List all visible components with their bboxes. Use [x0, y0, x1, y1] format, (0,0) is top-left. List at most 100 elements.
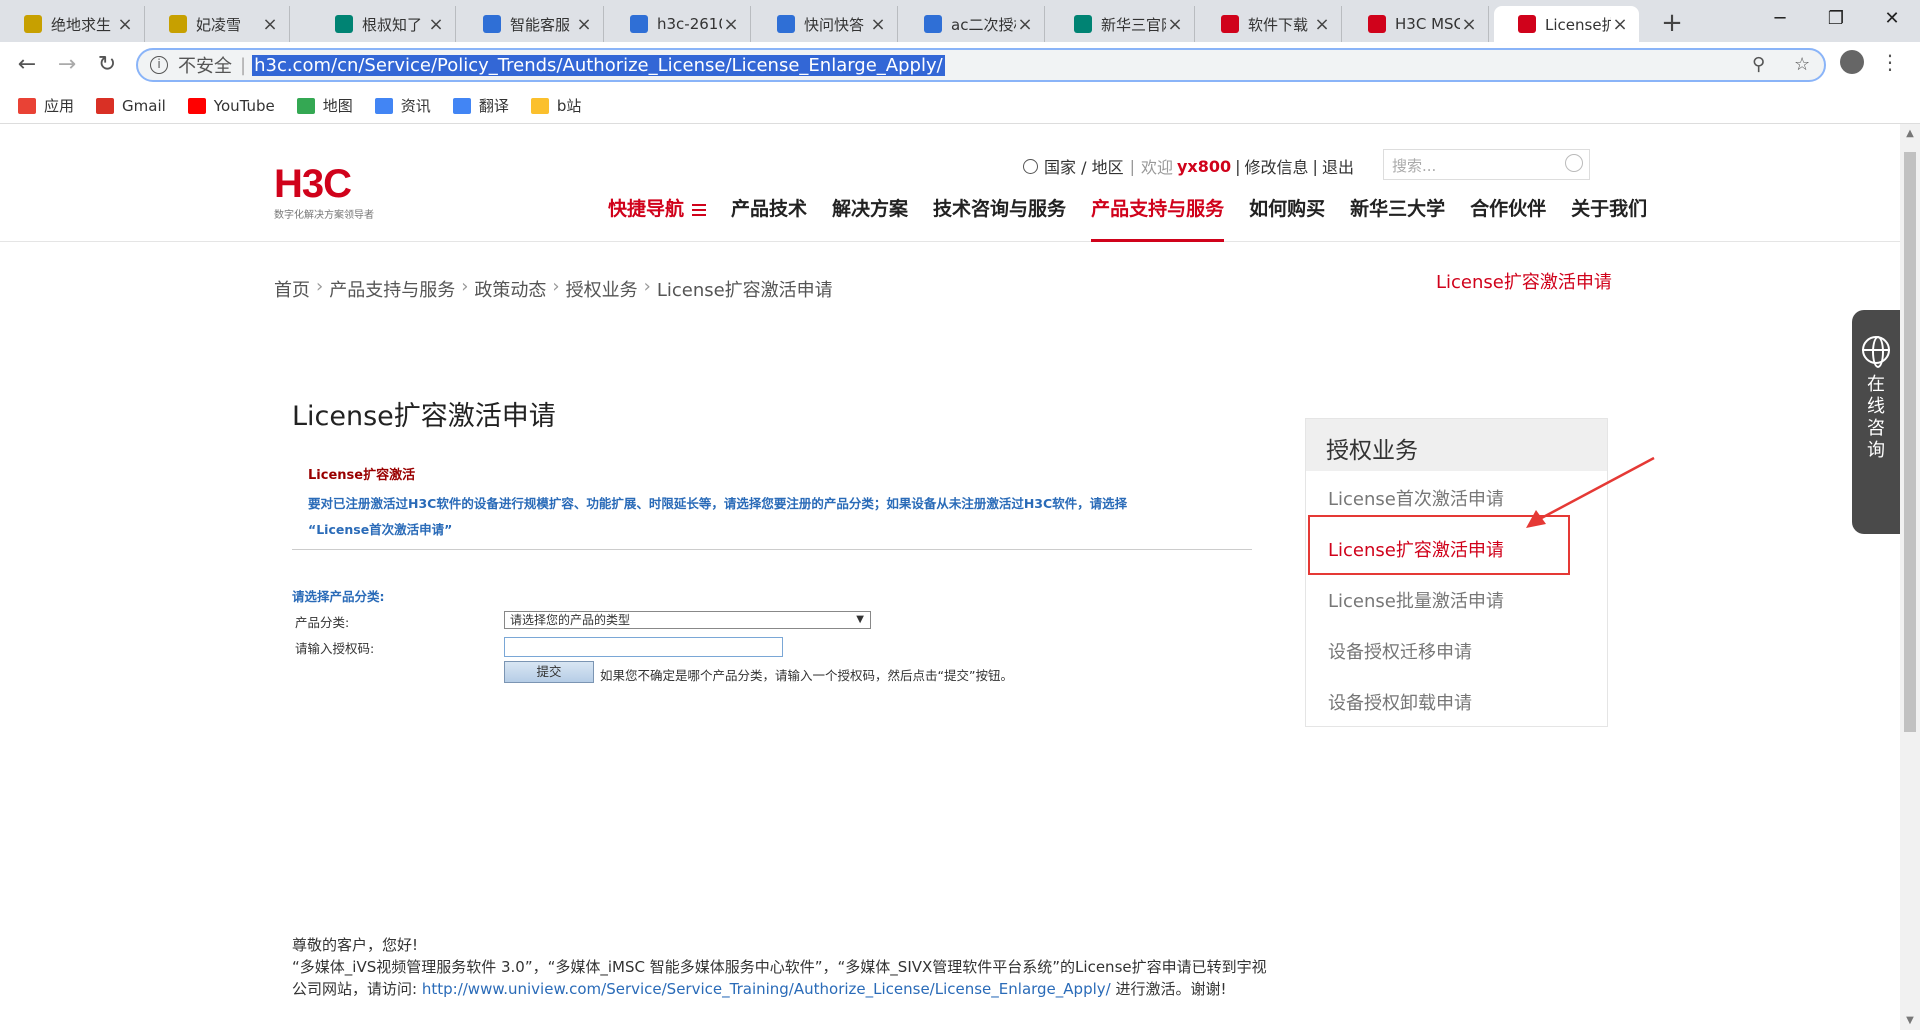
bookmark-label: 资讯: [400, 97, 431, 115]
authorization-code-input[interactable]: [504, 637, 783, 657]
bookmark-item[interactable]: b站: [530, 95, 581, 116]
scroll-down-icon[interactable]: ▼: [1900, 1015, 1920, 1026]
browser-tab[interactable]: 快问快答 ×: [753, 6, 898, 42]
bookmarks-bar: 应用 Gmail YouTube 地图 资讯 翻译 b站: [0, 88, 1920, 124]
browser-tab[interactable]: 软件下载 ×: [1197, 6, 1342, 42]
notice-body-2: 进行激活。谢谢!: [1115, 980, 1227, 998]
browser-tab[interactable]: 智能客服 ×: [459, 6, 604, 42]
nav-consulting[interactable]: 技术咨询与服务: [933, 194, 1066, 242]
region-link[interactable]: 国家 / 地区: [1044, 154, 1124, 178]
close-tab-icon[interactable]: ×: [1016, 14, 1034, 35]
logout-link[interactable]: 退出: [1322, 154, 1354, 178]
submit-hint: 如果您不确定是哪个产品分类，请输入一个授权码，然后点击“提交”按钮。: [600, 668, 1013, 683]
site-info-icon[interactable]: i: [150, 56, 168, 74]
sidebar-item-batch-activation[interactable]: License批量激活申请: [1306, 573, 1607, 624]
maximize-button[interactable]: ❐: [1808, 0, 1864, 38]
sidebar-item-license-uninstall[interactable]: 设备授权卸载申请: [1306, 675, 1607, 726]
browser-tab[interactable]: 根叔知了 ×: [311, 6, 456, 42]
insecure-label: 不安全: [178, 56, 232, 77]
divider: |: [1235, 156, 1241, 176]
breadcrumb-authorize[interactable]: 授权业务: [566, 276, 638, 302]
tab-title: License扩: [1545, 15, 1611, 34]
logo-slogan: 数字化解决方案领导者: [274, 210, 374, 221]
browser-tab[interactable]: 新华三官网×: [1050, 6, 1195, 42]
browser-tab[interactable]: H3C MSC ×: [1344, 6, 1489, 42]
new-tab-button[interactable]: +: [1654, 6, 1690, 42]
breadcrumb-current: License扩容激活申请: [656, 280, 833, 301]
nav-about[interactable]: 关于我们: [1571, 194, 1647, 242]
tab-title: 新华三官网: [1101, 15, 1166, 34]
notice-text: 尊敬的客户，您好! “多媒体_iVS视频管理服务软件 3.0”，“多媒体_iMS…: [292, 934, 1272, 1000]
bookmark-item[interactable]: YouTube: [187, 97, 275, 115]
minimize-button[interactable]: ─: [1752, 0, 1808, 38]
h3c-icon: [1518, 15, 1536, 33]
close-tab-icon[interactable]: ×: [1166, 14, 1184, 35]
uniview-link[interactable]: http://www.uniview.com/Service/Service_T…: [422, 980, 1111, 998]
tab-title: 智能客服: [510, 15, 571, 34]
scroll-up-icon[interactable]: ▲: [1900, 128, 1920, 139]
browser-tab[interactable]: License扩 ×: [1494, 6, 1639, 42]
bookmark-icon: [374, 97, 393, 114]
browser-tab[interactable]: 妃凌雪 ×: [145, 6, 290, 42]
site-search-input[interactable]: 搜索...: [1383, 149, 1590, 180]
address-bar[interactable]: i 不安全 | h3c.com/cn/Service/Policy_Trends…: [136, 48, 1826, 82]
pubg-icon: [169, 15, 187, 33]
nav-support[interactable]: 产品支持与服务: [1091, 194, 1225, 242]
browser-tab[interactable]: ac二次授权×: [900, 6, 1045, 42]
search-icon[interactable]: [1565, 154, 1583, 172]
breadcrumb-support[interactable]: 产品支持与服务: [329, 276, 455, 302]
page-scrollbar[interactable]: ▲ ▼: [1900, 124, 1920, 1030]
sidebar-item-license-migration[interactable]: 设备授权迁移申请: [1306, 624, 1607, 675]
logo-mark: H3C: [274, 162, 352, 206]
close-tab-icon[interactable]: ×: [261, 14, 279, 35]
close-tab-icon[interactable]: ×: [869, 14, 887, 35]
browser-tabstrip: 绝地求生×妃凌雪×根叔知了×智能客服×h3c-2610×快问快答×ac二次授权×…: [0, 0, 1920, 42]
edit-info-link[interactable]: 修改信息: [1245, 154, 1309, 178]
breadcrumb-home[interactable]: 首页: [274, 276, 310, 302]
code-row: 请输入授权码:: [292, 635, 783, 661]
reload-icon[interactable]: ↻: [90, 48, 124, 82]
profile-avatar-icon[interactable]: [1840, 50, 1864, 74]
forward-icon[interactable]: →: [50, 48, 84, 82]
tab-title: 快问快答: [804, 15, 865, 34]
bookmark-item[interactable]: 资讯: [374, 95, 431, 116]
browser-tab[interactable]: 绝地求生 ×: [0, 6, 145, 42]
close-tab-icon[interactable]: ×: [1313, 14, 1331, 35]
submit-button[interactable]: 提交: [504, 661, 594, 683]
breadcrumb-policy[interactable]: 政策动态: [474, 276, 546, 302]
form-section-label: 请选择产品分类:: [292, 589, 385, 604]
zoom-icon[interactable]: ⚲: [1752, 54, 1765, 75]
close-tab-icon[interactable]: ×: [1611, 14, 1629, 35]
h3c-icon: [1368, 15, 1386, 33]
close-tab-icon[interactable]: ×: [722, 14, 740, 35]
close-window-button[interactable]: ✕: [1864, 0, 1920, 38]
bookmark-item[interactable]: Gmail: [96, 97, 166, 115]
web-page: H3C 数字化解决方案领导者 国家 / 地区 | 欢迎 yx800 | 修改信息…: [0, 124, 1900, 1030]
nav-partners[interactable]: 合作伙伴: [1470, 194, 1546, 242]
url-text[interactable]: h3c.com/cn/Service/Policy_Trends/Authori…: [252, 54, 945, 76]
scrollbar-thumb[interactable]: [1904, 152, 1916, 732]
bookmark-item[interactable]: 应用: [18, 95, 74, 116]
browser-tab[interactable]: h3c-2610 ×: [606, 6, 751, 42]
browser-toolbar: ← → ↻ i 不安全 | h3c.com/cn/Service/Policy_…: [0, 42, 1920, 88]
close-tab-icon[interactable]: ×: [116, 14, 134, 35]
nav-quick-nav[interactable]: 快捷导航: [608, 194, 707, 242]
nav-how-to-buy[interactable]: 如何购买: [1249, 194, 1325, 242]
bookmark-item[interactable]: 翻译: [452, 95, 509, 116]
online-consult-button[interactable]: 在线咨询: [1852, 310, 1900, 534]
bookmark-star-icon[interactable]: ☆: [1794, 54, 1810, 75]
h3c-logo[interactable]: H3C 数字化解决方案领导者: [274, 164, 374, 221]
close-tab-icon[interactable]: ×: [427, 14, 445, 35]
product-category-select[interactable]: 请选择您的产品的类型 ▼: [504, 611, 871, 629]
browser-menu-icon[interactable]: ⋮: [1880, 52, 1900, 72]
bookmark-icon: [296, 97, 315, 114]
close-tab-icon[interactable]: ×: [575, 14, 593, 35]
nav-university[interactable]: 新华三大学: [1350, 194, 1445, 242]
close-tab-icon[interactable]: ×: [1460, 14, 1478, 35]
bookmark-item[interactable]: 地图: [296, 95, 353, 116]
bing-icon: [335, 15, 353, 33]
nav-products[interactable]: 产品技术: [731, 194, 807, 242]
username[interactable]: yx800: [1177, 157, 1231, 176]
back-icon[interactable]: ←: [10, 48, 44, 82]
nav-solutions[interactable]: 解决方案: [832, 194, 908, 242]
